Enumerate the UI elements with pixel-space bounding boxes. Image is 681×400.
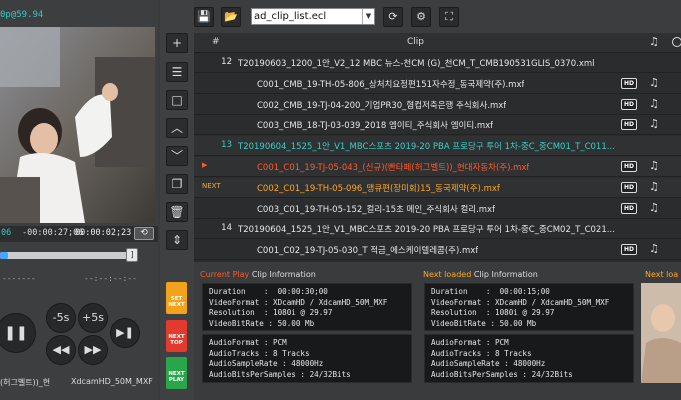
table-row[interactable]: 13 T20190604_1525_1안_V1_MBC스포츠 2019-20 PB… <box>194 136 681 157</box>
clip-name: C001_C01_19-TJ-05-043_(신규)(빤타페(허그벨트))_현대… <box>257 163 530 173</box>
playlist-select[interactable]: ad_clip_list.ecl ▼ <box>251 8 375 25</box>
audio-icon: ♫ <box>649 96 659 110</box>
audio-icon: ♫ <box>649 159 659 172</box>
audio-icon: ♫ <box>649 179 659 193</box>
timecode-bar: 06 -00:00:27;06 00:00:02;23 ⟲ <box>0 226 158 242</box>
next-clip-thumbnail <box>641 283 681 383</box>
set-next-button[interactable]: SET NEXT <box>166 282 187 314</box>
save-icon[interactable]: 💾 <box>194 7 214 27</box>
clip-name: C002_C01_19-TH-05-096_맹큐편(장미회)15_동국제약(주)… <box>257 183 500 194</box>
now-playing-format: XdcamHD_50M_MXF <box>71 377 153 386</box>
add-icon[interactable]: + <box>166 33 188 53</box>
stop-icon[interactable]: □ <box>166 90 188 110</box>
settings-icon[interactable]: ⚙ <box>411 7 431 27</box>
split-icon[interactable]: ⇕ <box>166 230 188 250</box>
rewind-5s-button[interactable]: -5s <box>46 303 76 333</box>
next-video-info: Duration : 00:00:15;00 VideoFormat : XDc… <box>424 283 634 331</box>
table-row[interactable]: 14 T20190604_1525_1안_V1_MBC스포츠 2019-20 PB… <box>194 219 681 240</box>
current-info-title: Current Play Clip Information <box>200 270 316 279</box>
clip-name: C001_C02_19-TJ-05-030_T 적금_에스케이텔레콤(주).mx… <box>257 246 479 257</box>
col-clip-header: Clip <box>407 37 424 47</box>
audio-icon: ♫ <box>649 242 659 256</box>
table-row[interactable]: C003_C01_19-TH-05-152_컬리-15초 메인_주식회사 컬리.… <box>194 199 681 219</box>
table-row[interactable]: NEXT C002_C01_19-TH-05-096_맹큐편(장미회)15_동국제… <box>194 177 681 198</box>
col-num-header: # <box>212 37 220 47</box>
next-play-button[interactable]: NEXT PLAY <box>166 357 187 389</box>
table-row[interactable]: 12 T20190603_1200_1안_V2_12 MBC 뉴스-천CM (G)… <box>194 53 681 73</box>
next-audio-info: AudioFormat : PCM AudioTracks : 8 Tracks… <box>424 334 634 383</box>
table-row[interactable]: C002_CMB_19-TJ-04-200_기업PR30_혐컵저축은행 주식회사… <box>194 95 681 115</box>
in-point-display: ------- <box>2 274 36 283</box>
video-frame-image <box>0 27 155 223</box>
next-marker: NEXT <box>202 181 221 190</box>
skip-next-button[interactable]: ▶❚ <box>110 318 140 348</box>
group-title: T20190604_1525_1안_V1_MBC스포츠 2019-20 PBA … <box>238 225 615 236</box>
delete-icon[interactable]: 🗑 <box>166 202 188 222</box>
row-number: 14 <box>221 223 232 234</box>
fullscreen-icon[interactable]: ⛶ <box>439 7 459 27</box>
clip-table: # Clip ♫ 12 T20190603_1200_1안_V2_12 MBC 뉴… <box>194 33 681 281</box>
table-row[interactable]: C001_CMB_19-TH-05-806_상처치요정편151자수정_동국제약(… <box>194 74 681 94</box>
next2-info-title: Next loa <box>645 270 679 279</box>
clip-name: C003_CMB_18-TJ-03-039_2018 엠이티_주식회사 엠이티.… <box>257 121 494 132</box>
audio-icon: ♫ <box>649 200 659 214</box>
move-up-icon[interactable]: ︿ <box>166 118 188 138</box>
clip-name: C002_CMB_19-TJ-04-200_기업PR30_혐컵저축은행 주식회사… <box>257 100 507 111</box>
audio-icon: ♫ <box>649 75 659 89</box>
list-edit-icon[interactable]: ☰ <box>166 62 188 82</box>
table-row[interactable]: C001_C02_19-TJ-05-030_T 적금_에스케이텔레콤(주).mx… <box>194 240 681 261</box>
move-down-icon[interactable]: ﹀ <box>166 146 188 166</box>
current-audio-info: AudioFormat : PCM AudioTracks : 8 Tracks… <box>202 334 412 383</box>
playlist-select-value: ad_clip_list.ecl <box>254 11 327 22</box>
seek-bar[interactable] <box>0 252 132 259</box>
hd-badge-icon: HD <box>621 119 637 131</box>
seek-progress <box>0 252 8 259</box>
hd-badge-icon: HD <box>621 161 637 172</box>
row-number: 12 <box>221 57 232 67</box>
forward-5s-button[interactable]: +5s <box>78 303 108 333</box>
next-top-button[interactable]: NEXT TOP <box>166 320 187 352</box>
hd-badge-icon: HD <box>621 202 637 214</box>
table-row[interactable]: C003_CMB_18-TJ-03-039_2018 엠이티_주식회사 엠이티.… <box>194 115 681 136</box>
chevron-down-icon[interactable]: ▼ <box>362 9 374 24</box>
now-playing-bar: (허그벨트))_현 XdcamHD_50M_MXF <box>0 376 158 390</box>
copy-icon[interactable]: ❐ <box>166 174 188 194</box>
rewind-button[interactable]: ◀◀ <box>46 335 76 365</box>
audio-icon: ♫ <box>649 117 659 131</box>
group-title: T20190603_1200_1안_V2_12 MBC 뉴스-천CM (G)_천… <box>238 59 595 69</box>
table-row[interactable]: ▶ C001_C01_19-TJ-05-043_(신규)(빤타페(허그벨트))_현… <box>194 157 681 177</box>
fast-forward-button[interactable]: ▶▶ <box>78 335 108 365</box>
hd-badge-icon: HD <box>621 244 637 256</box>
mark-out-button[interactable]: ] <box>126 248 138 262</box>
clip-name: C003_C01_19-TH-05-152_컬리-15초 메인_주식회사 컬리.… <box>257 204 496 215</box>
format-label: 0p@59.94 <box>0 10 44 20</box>
timecode-current: 06 <box>1 228 12 238</box>
now-playing-title: (허그벨트))_현 <box>0 378 51 387</box>
refresh-icon[interactable]: ⟳ <box>383 7 403 27</box>
group-title: T20190604_1525_1안_V1_MBC스포츠 2019-20 PBA … <box>238 142 615 153</box>
video-preview <box>0 27 155 223</box>
timecode-duration: 00:00:02;23 <box>75 228 132 238</box>
hd-badge-icon: HD <box>621 181 637 193</box>
hd-badge-icon: HD <box>621 77 637 89</box>
music-col-icon: ♫ <box>649 35 659 48</box>
hd-badge-icon: HD <box>621 98 637 110</box>
status-col-icon <box>672 37 681 47</box>
next-thumbnail-image <box>641 283 681 383</box>
playing-marker: ▶ <box>202 161 208 169</box>
current-video-info: Duration : 00:00:30;00 VideoFormat : XDc… <box>202 283 412 331</box>
table-header: # Clip ♫ <box>194 33 681 53</box>
next-info-title: Next loaded Clip Information <box>423 270 538 279</box>
clip-name: C001_CMB_19-TH-05-806_상처치요정편151자수정_동국제약(… <box>257 79 525 90</box>
out-point-display: --:--:--:-- <box>84 274 137 283</box>
open-folder-icon[interactable]: 📂 <box>221 7 241 27</box>
loop-icon[interactable]: ⟲ <box>134 227 154 240</box>
row-number: 13 <box>221 140 232 151</box>
